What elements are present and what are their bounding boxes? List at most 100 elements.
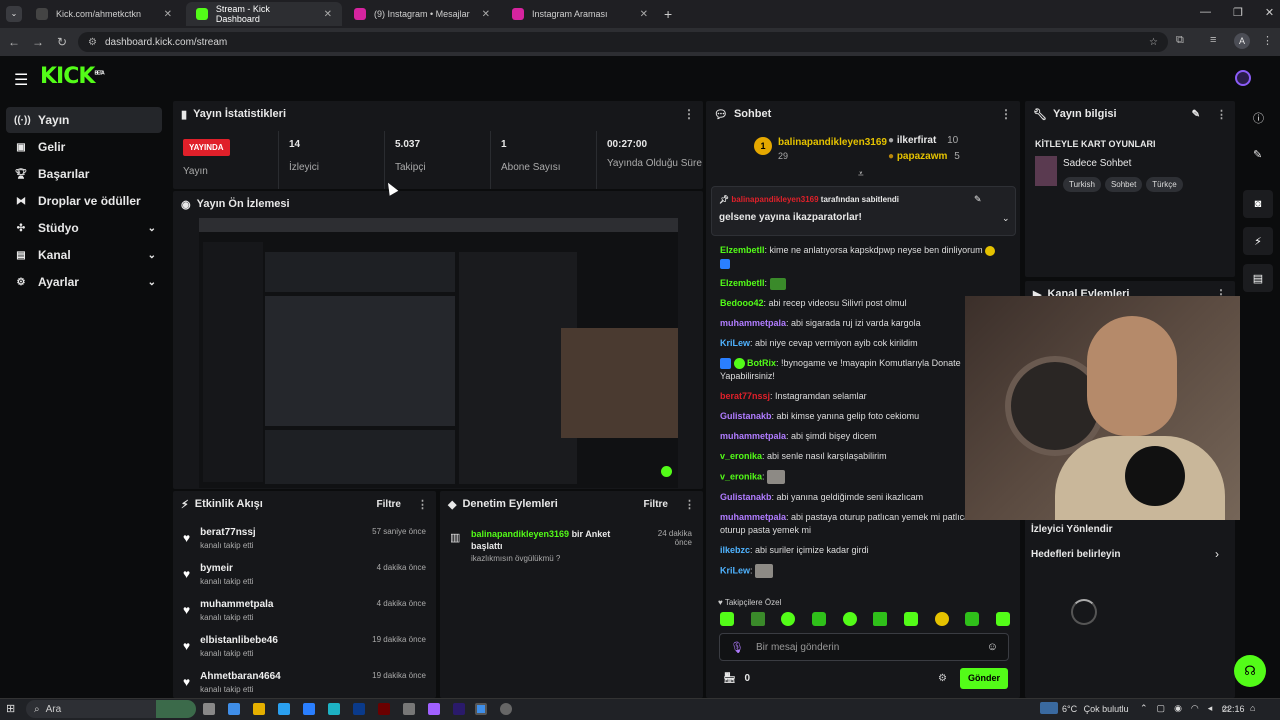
chrome-taskbar-icon[interactable] [228, 703, 240, 715]
chevron-up-icon[interactable]: ⌃ [1140, 703, 1148, 714]
filter-button[interactable]: Filtre [377, 499, 401, 510]
event-user[interactable]: bymeir [200, 563, 253, 574]
support-chat-button[interactable]: ☊ [1234, 655, 1266, 687]
sidebar-item-basarilar[interactable]: 🏆︎ Başarılar [6, 161, 162, 187]
stream-preview-video[interactable] [199, 218, 678, 488]
collapse-leaderboard-icon[interactable]: ⩡ [858, 169, 864, 180]
obs-taskbar-icon[interactable] [500, 703, 512, 715]
chat-user[interactable]: KriLew [720, 338, 750, 348]
wifi-icon[interactable]: ◠ [1191, 703, 1199, 714]
chat-user[interactable]: Elzembetll [720, 245, 765, 255]
emote-icon[interactable] [781, 612, 796, 626]
emote-icon[interactable] [965, 612, 980, 626]
browser-menu-icon[interactable]: ⋮ [1262, 34, 1273, 47]
illustrator-taskbar-icon[interactable] [378, 703, 390, 715]
emote-icon[interactable] [720, 612, 734, 626]
rail-notes-button[interactable]: ▤ [1243, 264, 1273, 292]
event-user[interactable]: muhammetpala [200, 599, 273, 610]
sidebar-item-yayin[interactable]: ((·)) Yayın [6, 107, 162, 133]
event-user[interactable]: berat77nssj [200, 527, 256, 538]
tab-kick-dashboard[interactable]: Stream - Kick Dashboard ✕ [186, 2, 342, 26]
close-icon[interactable]: ✕ [640, 9, 648, 20]
pinned-user[interactable]: balinapandikleyen3169 [731, 195, 818, 204]
chevron-right-icon[interactable]: › [1215, 547, 1219, 561]
sidebar-item-gelir[interactable]: ▣ Gelir [6, 134, 162, 160]
chat-user[interactable]: KriLew [720, 565, 750, 575]
photoshop-taskbar-icon[interactable] [353, 703, 365, 715]
leaderboard-user[interactable]: papazawm [897, 151, 948, 162]
record-icon[interactable]: ◉ [1174, 703, 1182, 714]
info-icon[interactable]: ⓘ [1253, 110, 1264, 126]
site-info-icon[interactable]: ⚙ [88, 37, 97, 48]
chevron-down-icon[interactable]: ⌄ [1002, 213, 1010, 224]
chat-user[interactable]: muhammetpala [720, 512, 786, 522]
forward-icon[interactable]: → [26, 35, 50, 49]
chat-settings-icon[interactable]: ⚙ [938, 673, 947, 684]
channel-points[interactable]: 🏪︎ 0 [723, 673, 750, 684]
tab-kick-channel[interactable]: Kick.com/ahmetkctkn ✕ [26, 2, 182, 26]
stream-category[interactable]: Sadece Sohbet [1063, 158, 1131, 169]
rail-flash-button[interactable]: ⚡︎ [1243, 227, 1273, 255]
volume-icon[interactable]: ◂ [1208, 703, 1213, 714]
moderation-user[interactable]: balinapandikleyen3169 [471, 529, 569, 539]
profile-avatar[interactable]: A [1234, 33, 1250, 49]
more-options-icon[interactable]: ⋮ [683, 107, 695, 121]
chat-user[interactable]: BotRix [747, 358, 776, 368]
more-options-icon[interactable]: ⋮ [684, 498, 695, 511]
sidebar-item-droplar[interactable]: ⧓ Droplar ve ödüller [6, 188, 162, 214]
sidebar-item-ayarlar[interactable]: ⚙ Ayarlar ⌄ [6, 269, 162, 295]
app-taskbar-icon[interactable] [278, 703, 290, 715]
event-user[interactable]: elbistanlibebe46 [200, 635, 278, 646]
rail-camera-button[interactable]: ◙ [1243, 190, 1273, 218]
chat-user[interactable]: ilkebzc [720, 545, 750, 555]
back-icon[interactable]: ← [2, 35, 26, 49]
reload-icon[interactable]: ↻ [50, 35, 74, 49]
tab-instagram-messages[interactable]: (9) Instagram • Mesajlar ✕ [344, 2, 500, 26]
tab-instagram-search[interactable]: Instagram Araması ✕ [502, 2, 658, 26]
emote-icon[interactable] [873, 612, 888, 626]
leaderboard-user[interactable]: ilkerfirat [897, 135, 936, 146]
tag[interactable]: Sohbet [1104, 177, 1143, 192]
window-close-icon[interactable]: ✕ [1265, 6, 1274, 19]
media-icon[interactable]: ≡ [1210, 34, 1216, 46]
app-taskbar-icon[interactable] [403, 703, 415, 715]
tab-list-icon[interactable]: ⌄ [6, 6, 22, 22]
minimize-icon[interactable]: — [1200, 6, 1211, 19]
file-explorer-icon[interactable] [253, 703, 265, 715]
network-icon[interactable]: ▢ [1157, 703, 1166, 714]
emote-icon[interactable] [811, 612, 826, 626]
chat-user[interactable]: Gulistanakb [720, 411, 772, 421]
task-view-icon[interactable] [203, 703, 215, 715]
extensions-icon[interactable]: ⧉ [1176, 34, 1184, 47]
notification-icon[interactable]: ⌂ [1250, 703, 1255, 713]
chat-input[interactable]: 🎙︎ Bir mesaj gönderin ☺ [719, 633, 1009, 661]
chat-user[interactable]: berat77nssj [720, 391, 770, 401]
event-user[interactable]: Ahmetbaran4664 [200, 671, 281, 682]
new-tab-icon[interactable]: + [664, 6, 672, 22]
more-options-icon[interactable]: ⋮ [1000, 107, 1012, 121]
hamburger-menu-icon[interactable]: ☰ [14, 70, 28, 90]
taskbar-search[interactable]: ⌕ Ara [26, 700, 196, 718]
leaderboard-user[interactable]: balinapandikleyen3169 [778, 137, 887, 148]
url-field[interactable]: ⚙ dashboard.kick.com/stream ☆ [78, 32, 1168, 52]
emote-icon[interactable] [995, 612, 1010, 626]
chat-user[interactable]: Bedooo42 [720, 298, 764, 308]
tag[interactable]: Turkish [1063, 177, 1101, 192]
chrome-active-taskbar-icon[interactable] [475, 703, 487, 715]
app-taskbar-icon[interactable] [428, 703, 440, 715]
tag[interactable]: Türkçe [1146, 177, 1183, 192]
unpin-icon[interactable]: ✎ [974, 194, 982, 205]
chat-user[interactable]: Elzembetll [720, 278, 765, 288]
more-options-icon[interactable]: ⋮ [1216, 108, 1227, 121]
emoji-picker-icon[interactable]: ☺ [987, 641, 998, 653]
channel-action-raid[interactable]: İzleyici Yönlendir [1031, 524, 1113, 535]
emote-icon[interactable] [750, 612, 765, 626]
chat-user[interactable]: v_eronika [720, 471, 762, 481]
maximize-icon[interactable]: ❐ [1233, 6, 1243, 19]
chat-user[interactable]: v_eronika [720, 451, 762, 461]
emote-icon[interactable] [903, 612, 918, 626]
kick-logo[interactable]: KICKBETA [40, 64, 105, 89]
edit-icon[interactable]: ✎ [1192, 109, 1200, 120]
filter-button[interactable]: Filtre [644, 499, 668, 510]
edge-taskbar-icon[interactable] [328, 703, 340, 715]
